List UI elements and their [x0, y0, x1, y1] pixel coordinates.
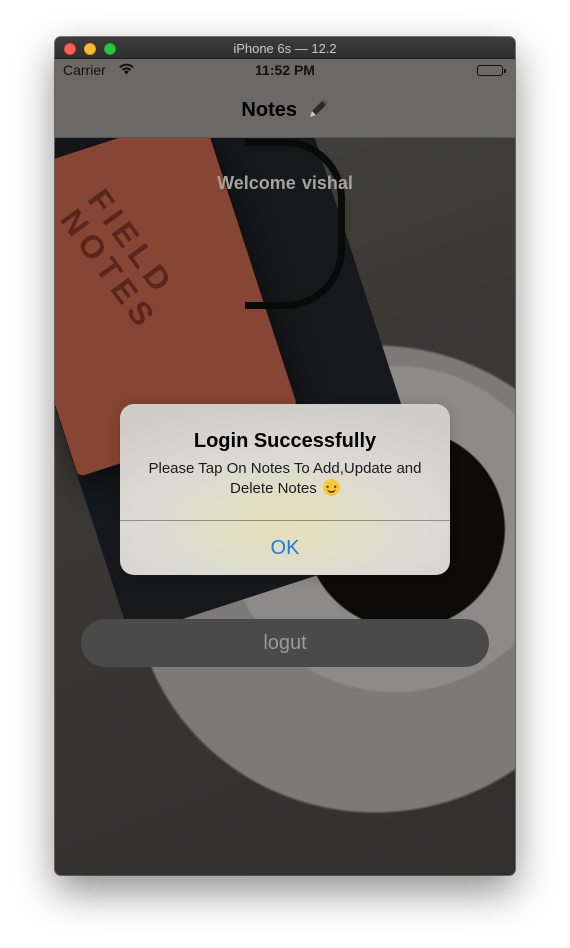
battery-icon	[477, 65, 506, 76]
alert-title: Login Successfully	[193, 430, 377, 452]
alert-ok-button[interactable]: OK	[120, 521, 450, 575]
welcome-username: vishal	[301, 173, 353, 193]
clock: 11:52 PM	[255, 62, 315, 78]
status-bar: Carrier 11:52 PM	[55, 59, 515, 81]
window-titlebar: iPhone 6s — 12.2	[55, 37, 515, 59]
pencil-icon	[307, 99, 329, 121]
window-title: iPhone 6s — 12.2	[233, 41, 337, 56]
nav-title[interactable]: Notes	[55, 98, 515, 122]
welcome-greeting: Welcome	[217, 173, 296, 193]
alert-message: Please Tap On Notes To Add,Update and De…	[140, 459, 430, 499]
logout-button[interactable]: logut	[81, 619, 489, 667]
simulator-window: iPhone 6s — 12.2 FIELD NOTES Carrier 11:…	[55, 37, 515, 875]
nav-title-label: Notes	[241, 99, 297, 121]
smiley-icon	[322, 477, 340, 497]
welcome-label: Welcome vishal	[55, 173, 515, 194]
navigation-bar: Notes	[55, 81, 515, 138]
phone-screen: FIELD NOTES Carrier 11:52 PM Notes Welco…	[55, 59, 515, 875]
login-alert: Login Successfully Please Tap On Notes T…	[120, 404, 450, 575]
alert-message-text: Please Tap On Notes To Add,Update and De…	[148, 460, 422, 497]
